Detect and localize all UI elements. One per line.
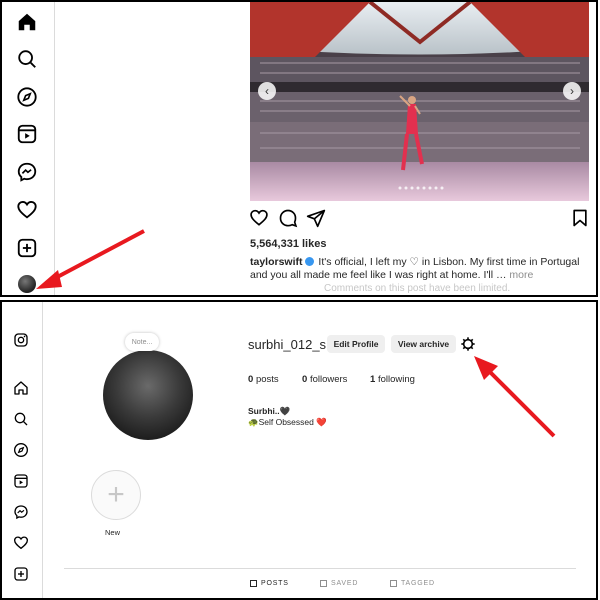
share-icon[interactable] — [306, 208, 326, 228]
tab-posts[interactable]: POSTS — [250, 580, 289, 587]
likes-count[interactable]: 5,564,331 likes — [250, 238, 326, 250]
bio-name: Surbhi..🖤 — [248, 406, 291, 416]
messenger-icon[interactable] — [16, 161, 38, 183]
create-icon[interactable] — [13, 566, 29, 582]
explore-icon[interactable] — [16, 86, 38, 108]
tag-icon — [390, 580, 397, 587]
bio-text: 🐢Self Obsessed ❤️ — [248, 417, 327, 427]
like-icon[interactable] — [249, 208, 269, 228]
more-link[interactable]: more — [509, 269, 533, 281]
search-icon[interactable] — [13, 411, 29, 427]
messenger-icon[interactable] — [13, 504, 29, 520]
profile-username: surbhi_012_s — [248, 337, 327, 352]
caption-text-2: in Lisbon. My first time in Portugal — [418, 256, 580, 268]
post-caption: taylorswift It's official, I left my ♡ i… — [250, 256, 580, 282]
annotation-arrow — [474, 356, 556, 438]
edit-profile-button[interactable]: Edit Profile — [327, 335, 385, 353]
posts-label: posts — [255, 374, 279, 385]
following-count: 1 — [370, 374, 376, 385]
tab-tagged[interactable]: TAGGED — [390, 580, 435, 587]
comments-limited-notice: Comments on this post have been limited. — [324, 283, 511, 294]
caption-text-3: and you all made me feel like I was righ… — [250, 269, 510, 281]
profile-picture[interactable] — [103, 350, 193, 440]
following-stat[interactable]: 1 following — [370, 374, 415, 385]
reels-icon[interactable] — [16, 123, 38, 145]
tab-saved-label: SAVED — [331, 580, 359, 587]
caption-username[interactable]: taylorswift — [250, 256, 303, 268]
carousel-prev-button[interactable]: ‹ — [258, 82, 276, 100]
bookmark-icon — [320, 580, 327, 587]
note-bubble[interactable]: Note... — [125, 333, 159, 351]
post-feed-panel: ‹ › 5,564,331 likes taylorswift It's off… — [0, 0, 598, 297]
carousel-next-button[interactable]: › — [563, 82, 581, 100]
followers-count: 0 — [302, 374, 308, 385]
heart-emoji-icon: ♡ — [409, 256, 419, 268]
annotation-arrow — [36, 229, 145, 289]
save-icon[interactable] — [570, 208, 590, 228]
heart-icon[interactable] — [13, 535, 29, 551]
left-nav-rail — [2, 302, 43, 598]
instagram-logo-icon[interactable] — [13, 332, 29, 348]
plus-icon: + — [107, 478, 125, 511]
home-icon[interactable] — [16, 11, 38, 33]
new-highlight-button[interactable]: + — [91, 470, 141, 520]
search-icon[interactable] — [16, 48, 38, 70]
followers-stat[interactable]: 0 followers — [302, 374, 347, 385]
verified-badge-icon — [304, 257, 314, 266]
home-icon[interactable] — [13, 380, 29, 396]
heart-icon[interactable] — [16, 199, 38, 221]
following-label: following — [377, 374, 415, 385]
grid-icon — [250, 580, 257, 587]
comment-icon[interactable] — [278, 208, 298, 228]
posts-stat: 0 posts — [248, 374, 279, 385]
posts-count: 0 — [248, 374, 254, 385]
divider — [64, 568, 576, 569]
view-archive-button[interactable]: View archive — [391, 335, 456, 353]
profile-panel: Note... surbhi_012_s Edit Profile View a… — [0, 300, 598, 600]
caption-text-1: It's official, I left my — [315, 256, 410, 268]
tab-tagged-label: TAGGED — [401, 580, 435, 587]
followers-label: followers — [309, 374, 348, 385]
reels-icon[interactable] — [13, 473, 29, 489]
tab-posts-label: POSTS — [261, 580, 289, 587]
tab-saved[interactable]: SAVED — [320, 580, 358, 587]
explore-icon[interactable] — [13, 442, 29, 458]
new-highlight-label: New — [105, 528, 121, 537]
post-image[interactable]: ‹ › — [250, 2, 589, 201]
